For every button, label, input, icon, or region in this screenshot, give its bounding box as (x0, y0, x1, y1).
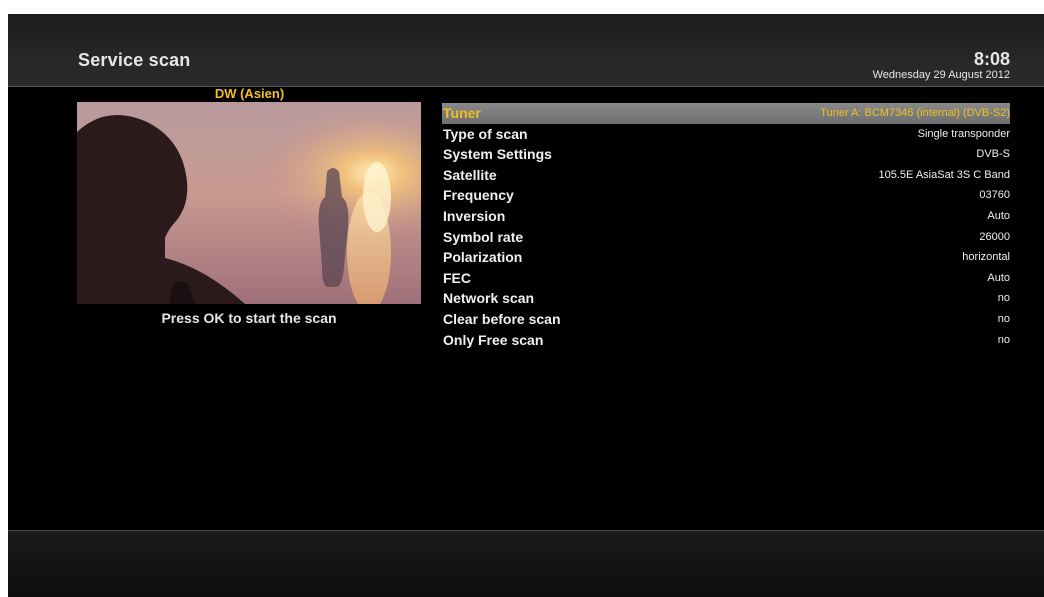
setting-value: no (997, 292, 1010, 305)
setting-value: no (997, 312, 1010, 325)
clock-date: Wednesday 29 August 2012 (872, 69, 1010, 81)
setting-value: 105.5E AsiaSat 3S C Band (878, 168, 1010, 181)
setting-value: horizontal (962, 251, 1010, 264)
tv-preview-image (77, 102, 421, 304)
setting-label: Inversion (443, 207, 506, 224)
setting-label: Clear before scan (443, 310, 561, 327)
tv-screen: Service scan 8:08 Wednesday 29 August 20… (8, 14, 1044, 597)
setting-row-fec[interactable]: FEC Auto (442, 268, 1010, 289)
setting-value: 03760 (979, 189, 1010, 202)
setting-label: System Settings (443, 146, 552, 163)
setting-value: Auto (987, 271, 1010, 284)
setting-label: FEC (443, 269, 471, 286)
setting-label: Type of scan (443, 125, 528, 142)
setting-row-frequency[interactable]: Frequency 03760 (442, 185, 1010, 206)
setting-row-type-of-scan[interactable]: Type of scan Single transponder (442, 124, 1010, 145)
setting-row-satellite[interactable]: Satellite 105.5E AsiaSat 3S C Band (442, 165, 1010, 186)
setting-value: Tuner A: BCM7346 (internal) (DVB-S2) (820, 107, 1010, 119)
setting-label: Network scan (443, 290, 535, 307)
footer-bar (8, 531, 1044, 597)
setting-label: Symbol rate (443, 228, 524, 245)
setting-row-polarization[interactable]: Polarization horizontal (442, 247, 1010, 268)
setting-row-clear-before-scan[interactable]: Clear before scan no (442, 309, 1010, 330)
setting-label: Satellite (443, 166, 497, 183)
setting-label: Tuner (443, 105, 481, 121)
scan-settings-list: Tuner Tuner A: BCM7346 (internal) (DVB-S… (442, 103, 1010, 350)
setting-row-network-scan[interactable]: Network scan no (442, 288, 1010, 309)
page-title: Service scan (78, 50, 191, 70)
setting-value: 26000 (979, 230, 1010, 243)
setting-label: Only Free scan (443, 331, 544, 348)
setting-row-inversion[interactable]: Inversion Auto (442, 206, 1010, 227)
setting-row-only-free-scan[interactable]: Only Free scan no (442, 330, 1010, 351)
setting-value: no (997, 333, 1010, 346)
clock-time: 8:08 (973, 49, 1010, 69)
setting-label: Polarization (443, 249, 523, 266)
setting-value: Single transponder (917, 127, 1010, 140)
start-scan-hint: Press OK to start the scan (161, 310, 337, 326)
channel-name: DW (Asien) (214, 86, 285, 101)
setting-value: DVB-S (976, 148, 1010, 161)
setting-label: Frequency (443, 187, 514, 204)
setting-row-symbol-rate[interactable]: Symbol rate 26000 (442, 227, 1010, 248)
setting-row-system-settings[interactable]: System Settings DVB-S (442, 144, 1010, 165)
setting-row-tuner[interactable]: Tuner Tuner A: BCM7346 (internal) (DVB-S… (442, 103, 1010, 124)
header-bar: Service scan 8:08 Wednesday 29 August 20… (8, 14, 1044, 86)
setting-value: Auto (987, 209, 1010, 222)
